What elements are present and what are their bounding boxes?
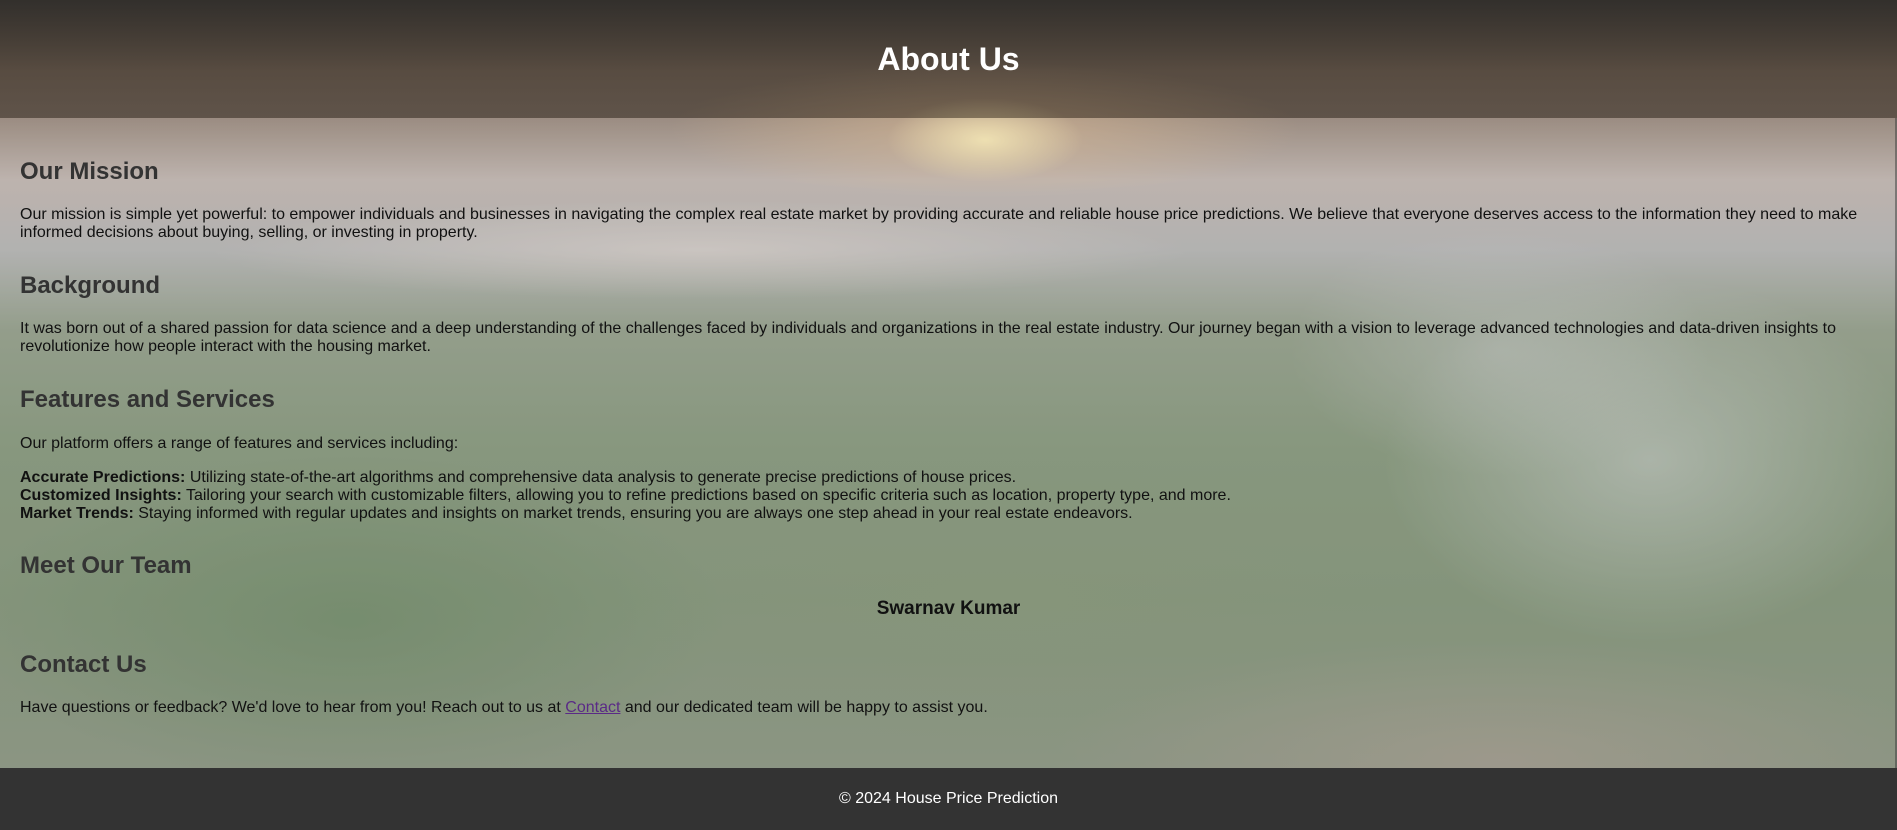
contact-heading: Contact Us <box>20 651 147 678</box>
features-heading: Features and Services <box>20 386 275 413</box>
contact-text-after: and our dedicated team will be happy to … <box>620 699 988 716</box>
mission-heading: Our Mission <box>20 158 159 185</box>
contact-text-before: Have questions or feedback? We'd love to… <box>20 699 566 716</box>
feature-title: Accurate Predictions: <box>20 469 186 486</box>
page-title: About Us <box>877 40 1020 77</box>
footer-copyright: © 2024 House Price Prediction <box>838 790 1058 807</box>
team-member-name: Swarnav Kumar <box>876 598 1021 619</box>
feature-title: Customized Insights: <box>20 487 182 504</box>
contact-text: Have questions or feedback? We'd love to… <box>20 699 988 717</box>
feature-title: Market Trends: <box>20 505 134 522</box>
contact-link[interactable]: Contact <box>565 699 620 716</box>
team-heading: Meet Our Team <box>20 552 192 579</box>
feature-item: Market Trends: Staying informed with reg… <box>20 505 1133 523</box>
page-header: About Us <box>0 0 1897 118</box>
feature-item: Customized Insights: Tailoring your sear… <box>20 487 1231 505</box>
feature-text: Staying informed with regular updates an… <box>133 505 1133 522</box>
feature-text: Utilizing state-of-the-art algorithms an… <box>185 469 1017 486</box>
features-intro: Our platform offers a range of features … <box>20 435 459 452</box>
mission-text: Our mission is simple yet powerful: to e… <box>20 206 1858 241</box>
feature-item: Accurate Predictions: Utilizing state-of… <box>20 469 1016 487</box>
background-heading: Background <box>20 272 161 299</box>
page-footer: © 2024 House Price Prediction <box>0 768 1897 830</box>
background-text: It was born out of a shared passion for … <box>20 320 1836 355</box>
feature-text: Tailoring your search with customizable … <box>181 487 1231 504</box>
